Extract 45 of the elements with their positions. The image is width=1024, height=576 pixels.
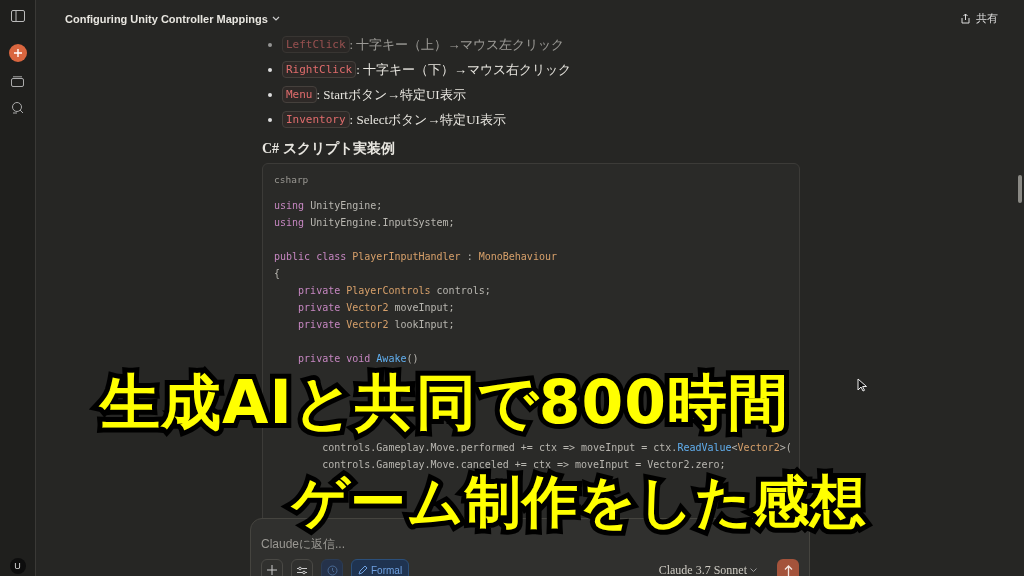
- message-input[interactable]: Claudeに返信...: [261, 536, 799, 553]
- chat-title[interactable]: Configuring Unity Controller Mappings: [65, 12, 280, 25]
- inline-code: Menu: [282, 86, 317, 103]
- settings-button[interactable]: [291, 559, 313, 576]
- list-item-text: : Startボタン→特定UI表示: [316, 85, 466, 104]
- sidebar-toggle-icon[interactable]: [10, 10, 25, 22]
- send-button[interactable]: [777, 559, 799, 576]
- user-avatar[interactable]: U: [9, 558, 26, 574]
- code-line: private PlayerControls controls;: [297, 284, 491, 298]
- plus-icon: [267, 565, 277, 575]
- code-line: controls.Gameplay.Move.performed += ctx => moveInput = ctx.ReadValue<Vector2>(: [321, 441, 792, 455]
- add-button[interactable]: [261, 559, 283, 576]
- code-line: controls.Gameplay.Move.canceled += ctx => moveInput = Vector2.zero;: [321, 458, 726, 472]
- chevron-down-icon: [750, 568, 757, 572]
- folder-icon[interactable]: [11, 76, 24, 87]
- mouse-cursor-icon: [857, 378, 867, 392]
- code-line: public class PlayerInputHandler : MonoBehaviour: [274, 250, 557, 264]
- scrollbar-thumb[interactable]: [1018, 175, 1022, 203]
- code-line: {: [274, 267, 281, 281]
- model-selector[interactable]: Claude 3.7 Sonnet: [658, 562, 757, 576]
- new-chat-button[interactable]: [8, 44, 27, 62]
- arrow-up-icon: [783, 564, 793, 576]
- code-line: private Vector2 lookInput;: [297, 318, 455, 332]
- style-button[interactable]: Formal: [351, 559, 410, 576]
- share-label: 共有: [976, 11, 998, 26]
- code-line: using UnityEngine.InputSystem;: [274, 216, 455, 230]
- caption-text: ゲーム制作をした感想: [292, 475, 867, 529]
- section-heading: C# スクリプト実装例: [262, 140, 396, 158]
- inline-code: LeftClick: [282, 36, 350, 53]
- plus-icon: [13, 49, 22, 57]
- code-language: csharp: [274, 174, 310, 185]
- code-line: private Vector2 moveInput;: [297, 301, 455, 315]
- inline-code: RightClick: [282, 61, 357, 78]
- share-button[interactable]: 共有: [960, 11, 998, 26]
- code-line: using UnityEngine;: [274, 199, 383, 213]
- list-item-text: : 十字キー（下）→マウス右クリック: [356, 60, 572, 79]
- inline-code: Inventory: [282, 111, 350, 128]
- list-item-text: : 十字キー（上）→マウス左クリック: [349, 35, 565, 54]
- code-line: private void Awake(): [297, 352, 419, 366]
- list-item-text: : Selectボタン→特定UI表示: [349, 110, 506, 129]
- share-icon: [960, 13, 971, 24]
- chevron-down-icon: [271, 16, 280, 21]
- clock-icon: [326, 564, 338, 576]
- chat-search-icon[interactable]: [11, 101, 24, 114]
- pen-icon: [358, 565, 368, 575]
